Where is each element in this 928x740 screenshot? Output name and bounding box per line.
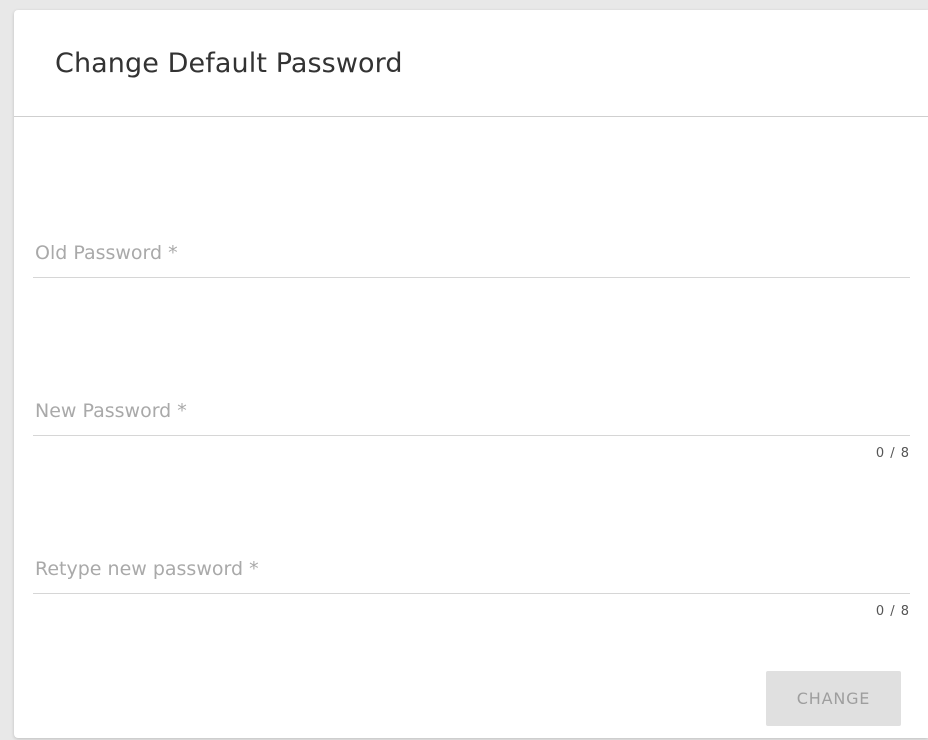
- retype-password-char-counter: 0 / 8: [875, 604, 910, 619]
- new-password-char-counter: 0 / 8: [875, 446, 910, 461]
- retype-password-field: 0 / 8: [33, 550, 910, 619]
- new-password-input[interactable]: [33, 392, 910, 436]
- change-button[interactable]: CHANGE: [766, 671, 901, 726]
- dialog-header: Change Default Password: [14, 10, 928, 117]
- old-password-input[interactable]: [33, 234, 910, 278]
- retype-password-input[interactable]: [33, 550, 910, 594]
- dialog-title: Change Default Password: [55, 48, 403, 79]
- change-password-dialog: Change Default Password 0 / 8 0 / 8 CHAN…: [14, 10, 928, 738]
- new-password-field: 0 / 8: [33, 392, 910, 461]
- old-password-field: [33, 234, 910, 278]
